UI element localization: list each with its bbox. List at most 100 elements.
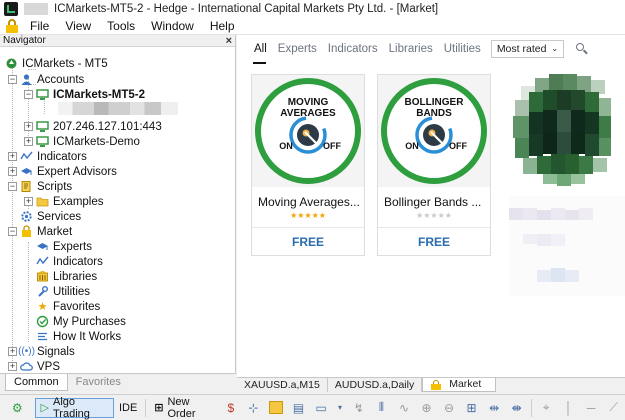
tree-examples[interactable]: + Examples: [24, 194, 104, 209]
tree-demo-server[interactable]: + ICMarkets-Demo: [24, 134, 140, 149]
tab-favorites[interactable]: Favorites: [68, 374, 129, 391]
plus-icon: ⊞: [154, 402, 164, 414]
product-card-moving-averages[interactable]: MOVING AVERAGES ON OFF Moving Averages..…: [251, 74, 365, 256]
indicator-add-icon[interactable]: ↯: [352, 400, 367, 416]
add-chart-icon[interactable]: ⊹: [246, 400, 261, 416]
collapse-toggle[interactable]: −: [8, 182, 17, 191]
menu-tools[interactable]: Tools: [99, 19, 143, 33]
tree-ip-server[interactable]: + 207.246.127.101:443: [24, 119, 162, 134]
menu-help[interactable]: Help: [202, 19, 243, 33]
trend-line-icon[interactable]: ⟋: [606, 400, 621, 416]
expand-toggle[interactable]: +: [8, 347, 17, 356]
market-how-label: How It Works: [53, 330, 122, 343]
filter-libraries[interactable]: Libraries: [389, 43, 433, 55]
folder-icon[interactable]: [268, 401, 284, 414]
horizontal-line-icon[interactable]: ─: [584, 400, 599, 416]
sort-select[interactable]: Most rated ⌄: [490, 39, 565, 58]
shift-icon[interactable]: ⇼: [509, 400, 524, 416]
list-lines-icon: [36, 330, 49, 343]
expert-hat-icon: [20, 165, 33, 178]
expand-toggle[interactable]: +: [24, 137, 33, 146]
tree-account-server[interactable]: − ICMarkets-MT5-2: [24, 87, 145, 102]
tab-common[interactable]: Common: [5, 374, 68, 391]
expand-toggle[interactable]: +: [8, 152, 17, 161]
ide-button[interactable]: IDE: [114, 398, 142, 418]
tab-xauusd[interactable]: XAUUSD.a,M15: [237, 378, 328, 392]
blurred-product-card[interactable]: [509, 74, 625, 296]
bar-chart-icon[interactable]: ⫴: [374, 400, 389, 416]
expand-toggle[interactable]: +: [8, 167, 17, 176]
chart-type-icon[interactable]: ▭: [314, 400, 329, 416]
tab-audusd[interactable]: AUDUSD.a,Daily: [328, 378, 423, 392]
algo-trading-button[interactable]: ▷ Algo Trading: [34, 396, 114, 420]
depth-of-market-icon[interactable]: $: [224, 400, 239, 416]
zoom-in-icon[interactable]: ⊕: [419, 400, 434, 416]
tree-market-purchases[interactable]: My Purchases: [36, 314, 126, 329]
filter-all[interactable]: All: [254, 43, 267, 55]
collapse-toggle[interactable]: −: [8, 75, 17, 84]
menu-view[interactable]: View: [57, 19, 99, 33]
tree-expert-advisors[interactable]: + Expert Advisors: [8, 164, 117, 179]
tree-market-how-it-works[interactable]: How It Works: [36, 329, 121, 344]
menu-window[interactable]: Window: [143, 19, 202, 33]
redacted-account: [58, 102, 178, 115]
filter-utilities[interactable]: Utilities: [444, 43, 481, 55]
filter-indicators[interactable]: Indicators: [328, 43, 378, 55]
tree-market-libraries[interactable]: Libraries: [36, 269, 97, 284]
profiles-icon[interactable]: ▤: [291, 400, 306, 416]
settings-gear-icon[interactable]: ⚙: [10, 400, 25, 416]
tree-scripts[interactable]: − Scripts: [8, 179, 72, 194]
check-circle-icon: [36, 315, 49, 328]
accounts-icon: [20, 73, 33, 86]
tree-market-utilities[interactable]: Utilities: [36, 284, 90, 299]
collapse-toggle[interactable]: −: [24, 90, 33, 99]
scroll-icon[interactable]: ⇹: [487, 400, 502, 416]
expand-toggle[interactable]: +: [8, 362, 17, 371]
tree-market-favorites[interactable]: ★ Favorites: [36, 299, 101, 314]
market-lock-icon[interactable]: [5, 19, 19, 33]
expand-toggle[interactable]: +: [24, 122, 33, 131]
menu-bar: File View Tools Window Help: [0, 18, 625, 35]
tree-root[interactable]: ICMarkets - MT5: [5, 56, 108, 71]
account-server-label: ICMarkets-MT5-2: [53, 88, 146, 101]
accounts-label: Accounts: [37, 73, 85, 86]
tree-accounts[interactable]: − Accounts: [8, 72, 84, 87]
new-order-button[interactable]: ⊞ New Order: [149, 396, 219, 420]
line-chart-icon[interactable]: ∿: [397, 400, 412, 416]
wrench-icon: [36, 285, 49, 298]
library-icon: [36, 270, 49, 283]
tree-indicators[interactable]: + Indicators: [8, 149, 87, 164]
tree-signals[interactable]: + ((•)) Signals: [8, 344, 75, 359]
collapse-toggle[interactable]: −: [8, 227, 17, 236]
vps-label: VPS: [37, 360, 61, 373]
scripts-label: Scripts: [37, 180, 73, 193]
menu-file[interactable]: File: [22, 19, 57, 33]
play-icon: ▷: [40, 402, 49, 414]
market-favorites-label: Favorites: [53, 300, 101, 313]
market-label: Market: [37, 225, 73, 238]
indicators-label: Indicators: [37, 150, 87, 163]
grid-icon[interactable]: ⊞: [464, 400, 479, 416]
filter-experts[interactable]: Experts: [278, 43, 317, 55]
examples-label: Examples: [53, 195, 104, 208]
product-card-bollinger-bands[interactable]: BOLLINGER BANDS ON OFF Bollinger Bands .…: [377, 74, 491, 256]
expand-toggle[interactable]: +: [24, 197, 33, 206]
zoom-out-icon[interactable]: ⊖: [442, 400, 457, 416]
tab-market[interactable]: Market: [422, 378, 497, 392]
star-icon: ★★★★★: [416, 211, 452, 220]
tree-services[interactable]: Services: [20, 209, 81, 224]
tree-vps[interactable]: + VPS: [8, 359, 60, 374]
logo-line1: BOLLINGER: [405, 97, 465, 108]
close-icon[interactable]: ×: [226, 35, 232, 47]
product-name: Bollinger Bands ...: [384, 195, 482, 209]
search-icon[interactable]: [576, 42, 588, 55]
market-lock-icon: [431, 379, 442, 390]
server-icon: [36, 88, 49, 101]
tree-market-indicators[interactable]: Indicators: [36, 254, 103, 269]
vertical-line-icon[interactable]: │: [561, 400, 576, 416]
crosshair-icon[interactable]: ⌖: [539, 400, 554, 416]
tree-market-experts[interactable]: Experts: [36, 239, 92, 254]
chevron-down-icon[interactable]: ▾: [336, 400, 343, 416]
tree-root-label: ICMarkets - MT5: [22, 57, 108, 70]
tree-market[interactable]: − Market: [8, 224, 72, 239]
